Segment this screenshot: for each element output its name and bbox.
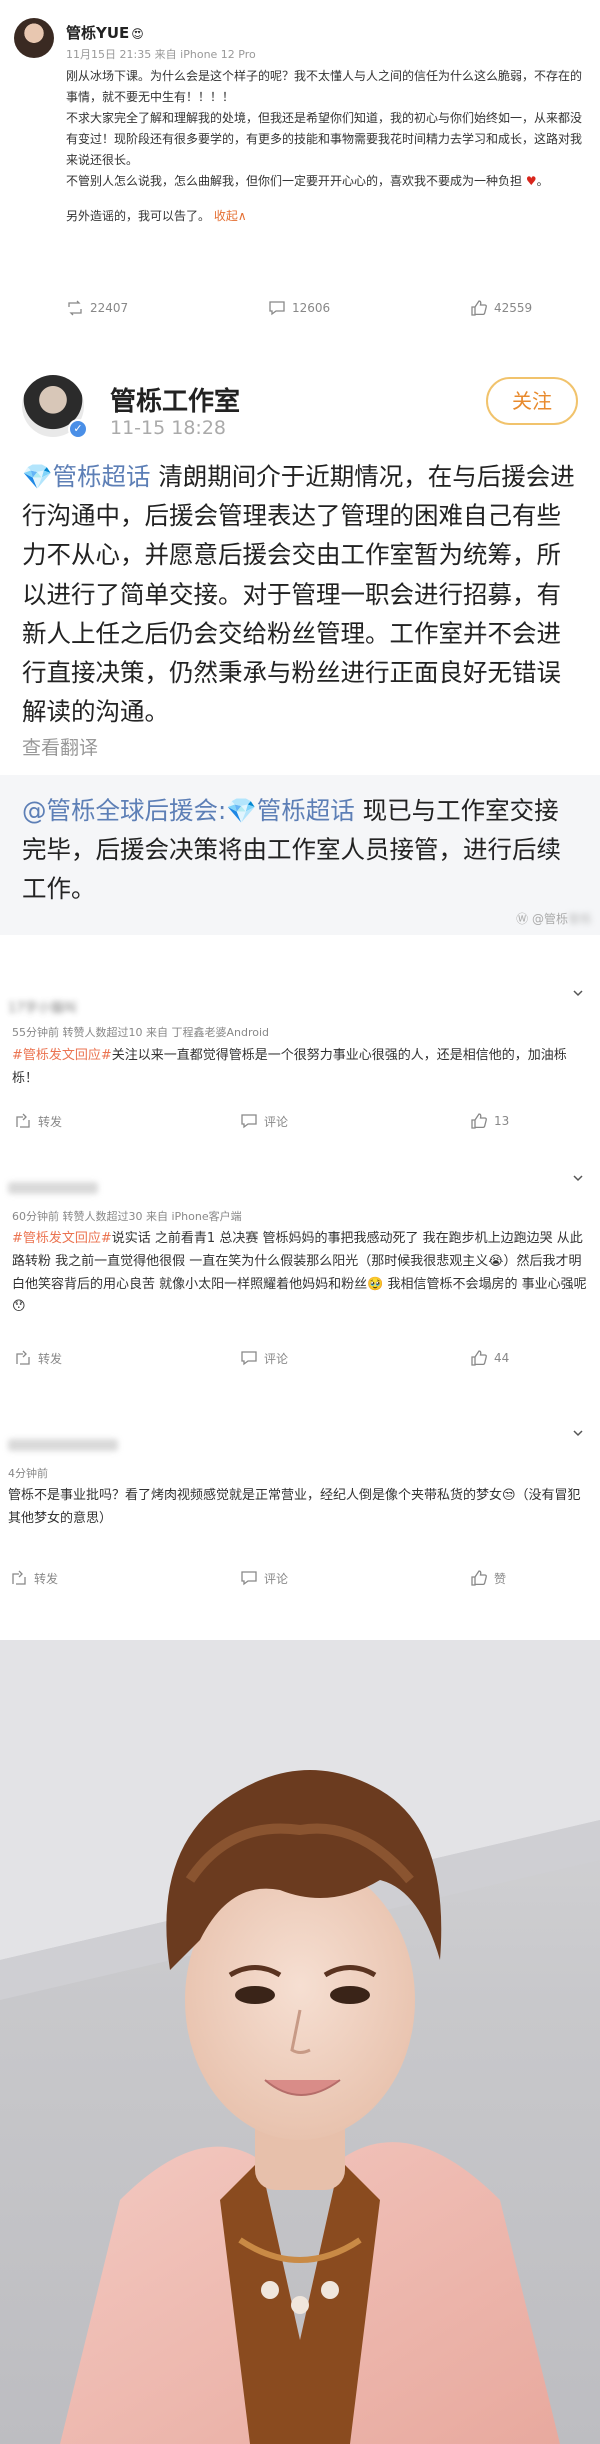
comment-text: #管栎发文回应#说实话 之前看青1 总决赛 管栎妈妈的事把我感动死了 我在跑步机… [12,1231,587,1315]
comment-card: 60分钟前 转赞人数超过30 来自 iPhone客户端 #管栎发文回应#说实话 … [0,1160,600,1390]
paragraph: 另外造谣的，我可以告了。 收起∧ [66,209,247,223]
like-button[interactable]: 13 [470,1112,509,1130]
like-button[interactable]: 赞 [470,1569,506,1587]
selfie-photo[interactable] [0,1640,600,2444]
topic-link[interactable]: 💎管栎超话 [226,796,355,825]
comment-button[interactable]: 评论 [240,1349,288,1367]
comment-button[interactable]: 12606 [268,299,330,317]
chevron-down-icon[interactable] [572,987,584,999]
author-name[interactable]: 管栎工作室 [110,381,240,418]
post-body: 💎管栎超话 清朗期间介于近期情况，在与后援会进行沟通中，后援会管理表达了管理的困… [22,462,575,727]
comment-icon [241,1114,257,1129]
post-body: 刚从冰场下课。为什么会是这个样子的呢？我不太懂人与人之间的信任为什么这么脆弱，不… [66,66,582,227]
super-topic-icon: 💎 [226,796,257,825]
heart-icon: ♥ [525,174,537,188]
comment-meta: 60分钟前 转赞人数超过30 来自 iPhone客户端 [12,1210,242,1223]
translate-link[interactable]: 查看翻译 [22,733,98,760]
avatar[interactable] [14,18,54,58]
repost-button[interactable]: 转发 [14,1349,62,1367]
repost-icon [68,300,82,316]
comment-button[interactable]: 评论 [240,1569,288,1587]
thumbs-up-icon [471,300,487,316]
repost-icon [16,1113,30,1128]
hashtag-link[interactable]: #管栎发文回应# [12,1048,112,1063]
chevron-down-icon[interactable] [572,1427,584,1439]
like-button[interactable]: 44 [470,1349,509,1367]
mention-link[interactable]: @管栎全球后援会 [22,796,218,825]
thumbs-up-icon [471,1570,487,1586]
comment-card: 4分钟前 管栎不是事业批吗？看了烤肉视频感觉就是正常营业，经纪人倒是像个夹带私货… [0,1415,600,1610]
comment-icon [241,1351,257,1366]
paragraph: 刚从冰场下课。为什么会是这个样子的呢？我不太懂人与人之间的信任为什么这么脆弱，不… [66,69,583,104]
comment-actions: 转发 评论 13 [0,1103,600,1139]
comment-text: #管栎发文回应#关注以来一直都觉得管栎是一个很努力事业心很强的人，还是相信他的，… [12,1048,567,1086]
comment-meta: 55分钟前 转赞人数超过10 来自 丁程鑫老婆Android [12,1026,270,1039]
thumbs-up-icon [471,1113,487,1129]
post-meta: 11月15日 21:35 来自 iPhone 12 Pro [66,48,256,61]
repost-box[interactable]: @管栎全球后援会:💎管栎超话 现已与工作室交接完毕，后援会决策将由工作室人员接管… [0,775,600,935]
commenter-name[interactable] [8,1439,118,1451]
repost-icon [16,1350,30,1365]
post-actions: 22407 12606 42559 [0,290,600,326]
comment-icon [269,301,285,316]
post-time: 11-15 18:28 [110,417,227,439]
post-2: ✓ 管栎工作室 11-15 18:28 关注 💎管栎超话 清朗期间介于近期情况，… [0,355,600,935]
repost-icon [12,1570,26,1585]
repost-button[interactable]: 22407 [66,299,128,317]
thumbs-up-icon [471,1350,487,1366]
follow-button[interactable]: 关注 [486,377,578,425]
commenter-name[interactable]: 17字小猫叫 [8,997,77,1016]
comment-icon [241,1571,257,1586]
comment-card: 17字小猫叫 55分钟前 转赞人数超过10 来自 丁程鑫老婆Android #管… [0,975,600,1145]
collapse-link[interactable]: 收起∧ [214,209,247,223]
hashtag-link[interactable]: #管栎发文回应# [12,1231,112,1246]
repost-body: @管栎全球后援会:💎管栎超话 现已与工作室交接完毕，后援会决策将由工作室人员接管… [22,796,561,904]
comment-actions: 转发 评论 赞 [0,1560,600,1596]
like-button[interactable]: 42559 [470,299,532,317]
watermark: Ⓦ @管栎管栎 [516,912,592,926]
comment-text: 管栎不是事业批吗？看了烤肉视频感觉就是正常营业，经纪人倒是像个夹带私货的梦女😒（… [8,1488,581,1526]
person-illustration [0,1640,600,2444]
paragraph: 不管别人怎么说我，怎么曲解我，但你们一定要开开心心的，喜欢我不要成为一种负担 ♥… [66,174,549,188]
author-name[interactable]: 管栎YUE 😍 [66,22,144,43]
comment-button[interactable]: 评论 [240,1112,288,1130]
chevron-down-icon[interactable] [572,1172,584,1184]
commenter-name[interactable] [8,1182,98,1194]
post-1: 管栎YUE 😍 11月15日 21:35 来自 iPhone 12 Pro 刚从冰… [0,0,600,335]
verified-icon: ✓ [68,419,88,439]
repost-button[interactable]: 转发 [10,1569,58,1587]
super-topic-icon: 💎 [22,462,53,491]
comment-meta: 4分钟前 [8,1467,48,1480]
comment-actions: 转发 评论 44 [0,1340,600,1376]
paragraph: 不求大家完全了解和理解我的处境，但我还是希望你们知道，我的初心与你们始终如一，从… [66,111,583,167]
separator [0,935,600,965]
topic-link[interactable]: 💎管栎超话 [22,462,151,491]
repost-button[interactable]: 转发 [14,1112,62,1130]
